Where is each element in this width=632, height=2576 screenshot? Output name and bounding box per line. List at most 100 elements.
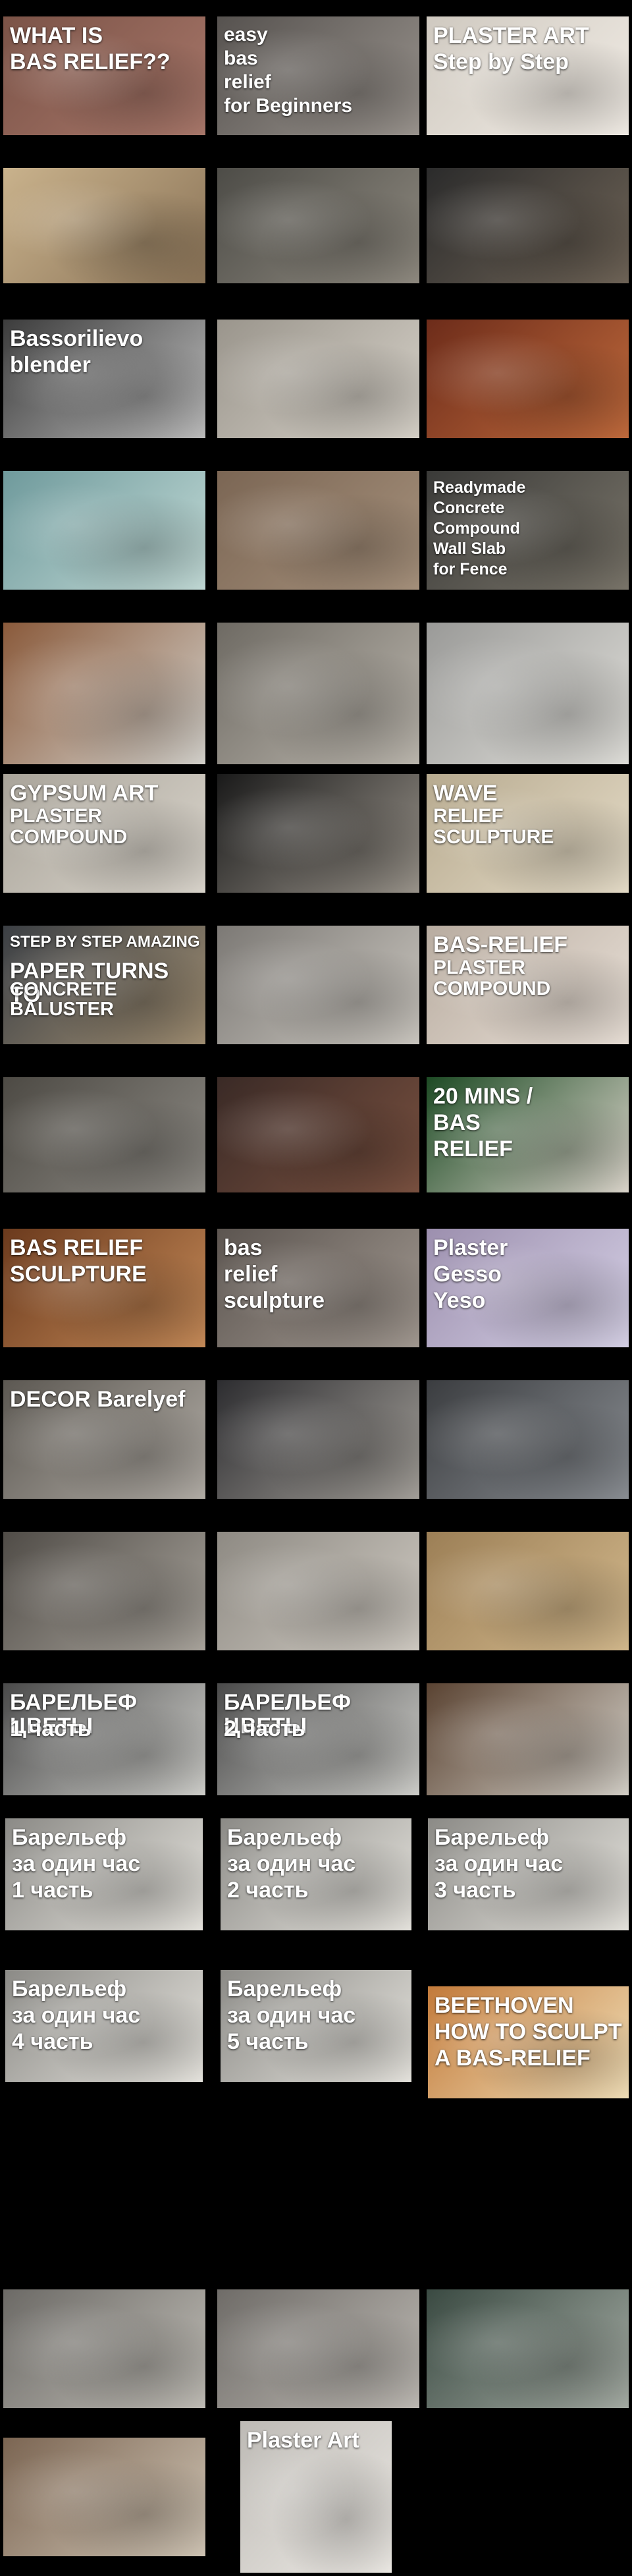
thumbnail-image xyxy=(217,926,419,1044)
thumbnail-image xyxy=(217,1380,419,1499)
figure-relief-sandstone-thumbnail[interactable] xyxy=(427,1532,629,1650)
thumbnail-caption: BAS RELIEF xyxy=(10,1235,144,1260)
thumbnail-caption: 1 часть xyxy=(10,1716,92,1741)
hands-carving-bowl-thumbnail[interactable] xyxy=(3,2438,205,2556)
thumbnail-caption: за один час xyxy=(12,1851,141,1876)
thumbnail-caption: BEETHOVEN xyxy=(434,1993,574,2018)
calla-lily-relief-thumbnail[interactable] xyxy=(427,1683,629,1795)
bas-relief-sculpture-thumbnail[interactable]: bas relief sculpture xyxy=(217,1229,419,1347)
thumbnail-image xyxy=(3,623,205,764)
thumbnail-caption: WHAT IS xyxy=(10,23,103,48)
beethoven-how-to-sculpt-thumbnail[interactable]: BEETHOVEN HOW TO SCULPT A BAS-RELIEF xyxy=(428,1986,629,2098)
battle-relief-carving-thumbnail[interactable] xyxy=(217,320,419,438)
thumbnail-caption: bas xyxy=(224,47,258,69)
ancient-stone-frieze-thumbnail[interactable] xyxy=(217,471,419,590)
thumbnail-image xyxy=(427,2289,629,2408)
what-is-bas-relief-thumbnail[interactable]: WHAT IS BAS RELIEF?? xyxy=(3,16,205,135)
gypsum-art-plaster-thumbnail[interactable]: GYPSUM ART PLASTER COMPOUND xyxy=(3,774,205,893)
thumbnail-caption: Bassorilievo xyxy=(10,326,144,351)
thumbnail-image xyxy=(3,168,205,283)
plaster-gesso-yeso-thumbnail[interactable]: Plaster Gesso Yeso xyxy=(427,1229,629,1347)
plaster-art-horse-thumbnail[interactable]: Plaster Art xyxy=(240,2421,392,2573)
barelyef-cvety-part-2-thumbnail[interactable]: БАРЕЛЬЕФ ЦВЕТЫ 2 часть xyxy=(217,1683,419,1795)
bas-relief-plaster-compound-thumbnail[interactable]: BAS-RELIEF PLASTER COMPOUND xyxy=(427,926,629,1044)
thumbnail-caption: 3 часть xyxy=(434,1878,516,1903)
thumbnail-caption: Concrete xyxy=(433,499,505,517)
thumbnail-caption: blender xyxy=(10,352,91,378)
thumbnail-image xyxy=(3,471,205,590)
thumbnail-image xyxy=(217,320,419,438)
thumbnail-caption: for Beginners xyxy=(224,95,353,117)
barelyef-cvety-part-1-thumbnail[interactable]: БАРЕЛЬЕФ ЦВЕТЫ 1 часть xyxy=(3,1683,205,1795)
thumbnail-caption: BAS RELIEF?? xyxy=(10,49,171,74)
fish-relief-hand-thumbnail[interactable] xyxy=(3,2289,205,2408)
relief-sculpture-wave-thumbnail[interactable]: WAVE RELIEF SCULPTURE xyxy=(427,774,629,893)
thumbnail-image xyxy=(427,168,629,283)
man-carving-fish-relief-thumbnail[interactable] xyxy=(3,1077,205,1192)
thumbnail-image xyxy=(427,1532,629,1650)
museum-gallery-hall-thumbnail[interactable] xyxy=(3,471,205,590)
thumbnail-caption: Барельеф xyxy=(227,1825,342,1850)
barelyef-za-odin-chas-5-thumbnail[interactable]: Барельеф за один час 5 часть xyxy=(221,1970,411,2082)
clay-flower-relief-thumbnail[interactable] xyxy=(217,168,419,283)
thumbnail-caption: Plaster Art xyxy=(247,2428,359,2453)
thumbnail-image xyxy=(3,1077,205,1192)
terracotta-relief-thumbnail[interactable] xyxy=(427,320,629,438)
heron-relief-panel-thumbnail[interactable] xyxy=(427,623,629,764)
thumbnail-caption: BAS-RELIEF xyxy=(433,932,567,957)
thumbnail-caption: Compound xyxy=(433,519,520,538)
thumbnail-caption: Step by Step xyxy=(433,49,569,74)
thumbnail-image xyxy=(217,1532,419,1650)
barelyef-za-odin-chas-3-thumbnail[interactable]: Барельеф за один час 3 часть xyxy=(428,1818,629,1930)
tree-relief-frame-thumbnail[interactable] xyxy=(217,774,419,893)
bassorilievo-blender-thumbnail[interactable]: Bassorilievo blender xyxy=(3,320,205,438)
paper-turns-to-concrete-baluster-thumbnail[interactable]: STEP BY STEP AMAZING PAPER TURNS TO CONCRE… xyxy=(3,926,205,1044)
man-sculpting-wall-thumbnail[interactable] xyxy=(427,2289,629,2408)
thumbnail-image xyxy=(3,2289,205,2408)
thumbnail-caption: Plaster xyxy=(433,1235,508,1260)
thumbnail-caption: HOW TO SCULPT xyxy=(434,2019,622,2044)
thumbnail-caption: STEP BY STEP AMAZING xyxy=(10,933,200,951)
thumbnail-caption: PLASTER COMPOUND xyxy=(433,957,551,999)
thumbnail-caption: BAS xyxy=(433,1110,481,1135)
thumbnail-caption: 5 часть xyxy=(227,2029,309,2054)
vine-molding-thumbnail[interactable] xyxy=(3,1532,205,1650)
man-carving-panel-thumbnail[interactable] xyxy=(3,168,205,283)
thumbnail-caption: RELIEF xyxy=(433,1136,513,1162)
thumbnail-caption: Барельеф xyxy=(12,1825,127,1850)
easy-bas-relief-for-beginners-thumbnail[interactable]: easy bas relief for Beginners xyxy=(217,16,419,135)
thumbnail-caption: 2 часть xyxy=(224,1716,305,1741)
hand-sculpting-tile-thumbnail[interactable] xyxy=(217,623,419,764)
thumbnail-caption: PLASTER ART xyxy=(433,23,589,48)
20-mins-bas-relief-thumbnail[interactable]: 20 MINS / BAS RELIEF xyxy=(427,1077,629,1192)
hands-shaping-clay-thumbnail[interactable] xyxy=(427,168,629,283)
thumbnail-image xyxy=(427,1683,629,1795)
man-painting-relief-thumbnail[interactable]: DECOR Barelyef xyxy=(3,1380,205,1499)
elephant-relief-thumbnail[interactable] xyxy=(217,1532,419,1650)
thumbnail-caption: 2 часть xyxy=(227,1878,309,1903)
thumbnail-caption: Барельеф xyxy=(227,1976,342,2002)
thumbnail-image xyxy=(217,168,419,283)
lion-head-relief-thumbnail[interactable] xyxy=(217,2289,419,2408)
thumbnail-caption: PLASTER COMPOUND xyxy=(10,805,128,848)
plaster-ornament-carving-thumbnail[interactable] xyxy=(217,926,419,1044)
thumbnail-caption: easy xyxy=(224,24,268,45)
thumbnail-caption: Барельеф xyxy=(12,1976,127,2002)
plaster-art-step-by-step-thumbnail[interactable]: PLASTER ART Step by Step xyxy=(427,16,629,135)
man-installing-panel-thumbnail[interactable] xyxy=(217,1380,419,1499)
painted-fish-mural-thumbnail[interactable] xyxy=(217,1077,419,1192)
barelyef-za-odin-chas-1-thumbnail[interactable]: Барельеф за один час 1 часть xyxy=(5,1818,203,1930)
bas-relief-sculpture-face-thumbnail[interactable]: BAS RELIEF SCULPTURE xyxy=(3,1229,205,1347)
lizard-wall-relief-thumbnail[interactable] xyxy=(427,1380,629,1499)
thumbnail-image xyxy=(217,2289,419,2408)
thumbnail-image xyxy=(427,320,629,438)
terracotta-vases-man-thumbnail[interactable] xyxy=(3,623,205,764)
thumbnail-caption: Gesso xyxy=(433,1262,502,1287)
barelyef-za-odin-chas-2-thumbnail[interactable]: Барельеф за один час 2 часть xyxy=(221,1818,411,1930)
readymade-concrete-compound-wall-thumbnail[interactable]: Readymade Concrete Compound Wall Slab for Fe… xyxy=(427,471,629,590)
thumbnail-caption: за один час xyxy=(227,1851,356,1876)
thumbnail-image xyxy=(3,1532,205,1650)
thumbnail-caption: bas xyxy=(224,1235,263,1260)
barelyef-za-odin-chas-4-thumbnail[interactable]: Барельеф за один час 4 часть xyxy=(5,1970,203,2082)
thumbnail-image xyxy=(3,2438,205,2556)
